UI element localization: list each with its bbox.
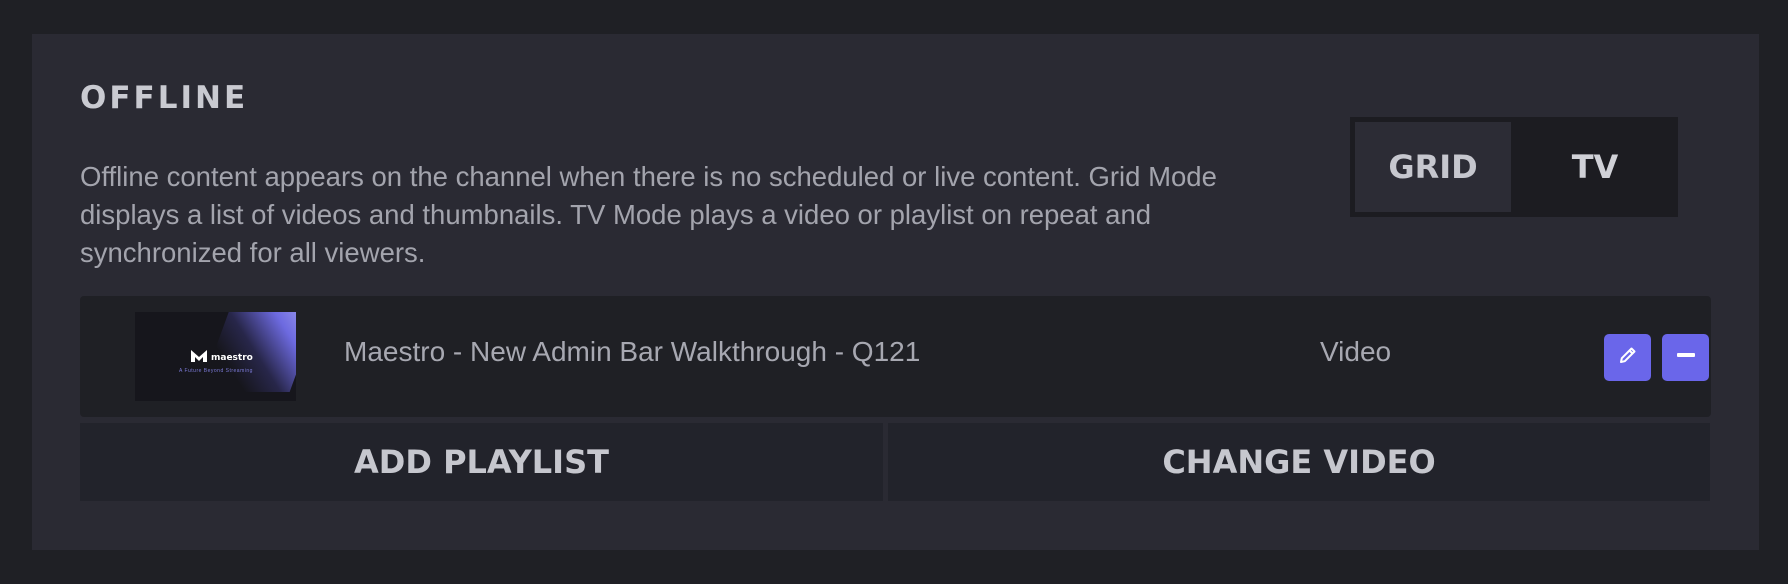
change-video-button[interactable]: CHANGE VIDEO	[888, 423, 1710, 501]
remove-button[interactable]	[1662, 334, 1709, 381]
section-title: OFFLINE	[80, 80, 249, 116]
mode-toggle: GRID TV	[1350, 117, 1678, 217]
thumbnail-caption: A Future Beyond Streaming	[179, 368, 253, 374]
maestro-logo-icon	[191, 350, 207, 365]
section-description: Offline content appears on the channel w…	[80, 161, 1217, 268]
grid-mode-button[interactable]: GRID	[1355, 122, 1511, 212]
maestro-logo: maestro	[191, 350, 253, 365]
minus-icon	[1676, 345, 1696, 370]
video-title: Maestro - New Admin Bar Walkthrough - Q1…	[344, 336, 921, 367]
video-thumbnail[interactable]: maestro A Future Beyond Streaming	[135, 312, 296, 401]
tv-mode-button[interactable]: TV	[1517, 122, 1673, 212]
add-playlist-button[interactable]: ADD PLAYLIST	[80, 423, 883, 501]
content-type-label: Video	[1320, 336, 1392, 367]
edit-button[interactable]	[1604, 334, 1651, 381]
maestro-logo-text: maestro	[211, 352, 253, 363]
content-item-row[interactable]: maestro A Future Beyond Streaming Maestr…	[80, 296, 1711, 417]
pencil-icon	[1618, 345, 1638, 370]
